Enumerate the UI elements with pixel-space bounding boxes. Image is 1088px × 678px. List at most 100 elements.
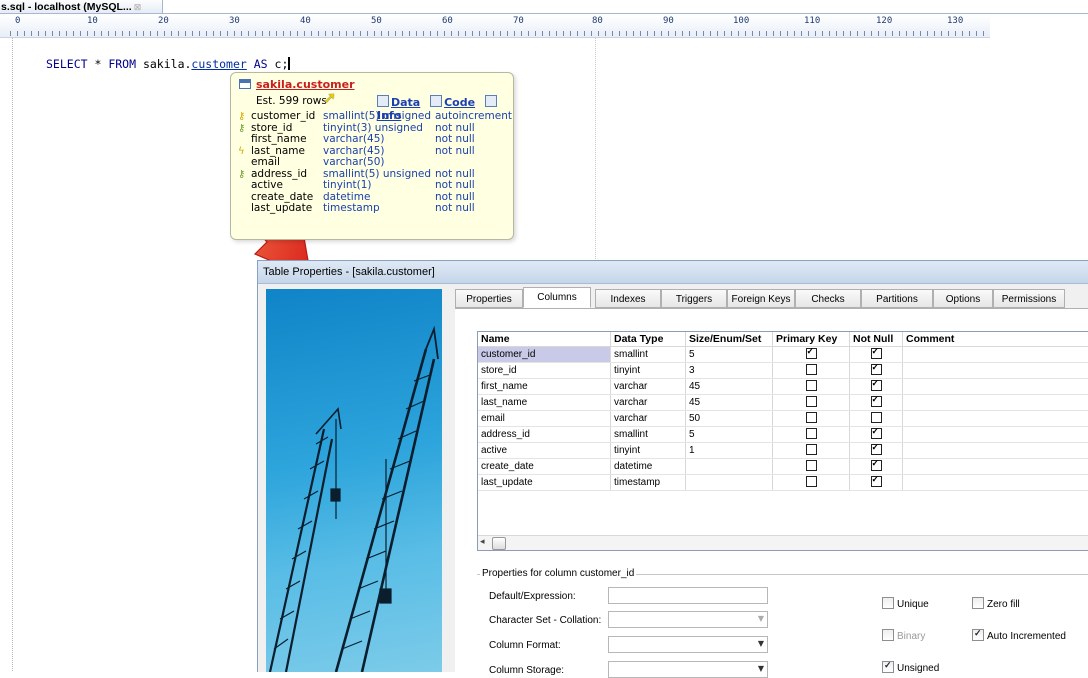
tab-checks[interactable]: Checks xyxy=(795,289,861,308)
auto-incremented-checkbox[interactable]: Auto Incremented xyxy=(972,629,1066,642)
cell-comment[interactable] xyxy=(903,379,1088,395)
cell-comment[interactable] xyxy=(903,347,1088,363)
cell-size[interactable] xyxy=(686,475,773,491)
cell-size[interactable]: 5 xyxy=(686,427,773,443)
cell-primary-key[interactable] xyxy=(773,347,850,363)
cell-name[interactable]: address_id xyxy=(478,427,611,443)
primary-key-checkbox[interactable] xyxy=(806,396,817,407)
table-row[interactable]: last_updatetimestamp xyxy=(478,475,1088,491)
primary-key-checkbox[interactable] xyxy=(806,380,817,391)
cell-size[interactable]: 45 xyxy=(686,395,773,411)
tab-options[interactable]: Options xyxy=(933,289,993,308)
cell-data-type[interactable]: datetime xyxy=(611,459,686,475)
cell-data-type[interactable]: tinyint xyxy=(611,443,686,459)
cell-not-null[interactable] xyxy=(850,363,903,379)
cell-data-type[interactable]: tinyint xyxy=(611,363,686,379)
primary-key-checkbox[interactable] xyxy=(806,476,817,487)
cell-comment[interactable] xyxy=(903,427,1088,443)
tab-properties[interactable]: Properties xyxy=(455,289,523,308)
checkbox-box[interactable] xyxy=(882,629,894,641)
not-null-checkbox[interactable] xyxy=(871,348,882,359)
checkbox-box[interactable] xyxy=(882,597,894,609)
cell-not-null[interactable] xyxy=(850,379,903,395)
table-row[interactable]: store_idtinyint3 xyxy=(478,363,1088,379)
close-icon[interactable]: ⊠ xyxy=(134,2,142,12)
cell-size[interactable]: 5 xyxy=(686,347,773,363)
not-null-checkbox[interactable] xyxy=(871,396,882,407)
not-null-checkbox[interactable] xyxy=(871,476,882,487)
column-format-select[interactable]: ▼ xyxy=(608,636,768,653)
cell-comment[interactable] xyxy=(903,443,1088,459)
scroll-thumb[interactable] xyxy=(492,537,506,550)
not-null-checkbox[interactable] xyxy=(871,444,882,455)
cell-name[interactable]: last_update xyxy=(478,475,611,491)
not-null-checkbox[interactable] xyxy=(871,460,882,471)
cell-data-type[interactable]: smallint xyxy=(611,347,686,363)
cell-primary-key[interactable] xyxy=(773,363,850,379)
cell-not-null[interactable] xyxy=(850,443,903,459)
primary-key-checkbox[interactable] xyxy=(806,460,817,471)
tab-indexes[interactable]: Indexes xyxy=(595,289,661,308)
default-expression-input[interactable] xyxy=(608,587,768,604)
column-storage-select[interactable]: ▼ xyxy=(608,661,768,678)
cell-size[interactable]: 50 xyxy=(686,411,773,427)
not-null-checkbox[interactable] xyxy=(871,428,882,439)
tab-columns[interactable]: Columns xyxy=(523,287,591,308)
data-link[interactable]: Data xyxy=(391,96,420,109)
tooltip-table-name[interactable]: sakila.customer xyxy=(256,78,355,91)
table-row[interactable]: create_datedatetime xyxy=(478,459,1088,475)
cell-comment[interactable] xyxy=(903,411,1088,427)
primary-key-checkbox[interactable] xyxy=(806,444,817,455)
cell-data-type[interactable]: varchar xyxy=(611,411,686,427)
col-header-name[interactable]: Name xyxy=(478,332,611,347)
table-row[interactable]: customer_idsmallint5 xyxy=(478,347,1088,363)
col-header-not-null[interactable]: Not Null xyxy=(850,332,903,347)
cell-name[interactable]: store_id xyxy=(478,363,611,379)
cell-name[interactable]: last_name xyxy=(478,395,611,411)
horizontal-scrollbar[interactable]: ◂ xyxy=(478,535,1088,550)
cell-not-null[interactable] xyxy=(850,347,903,363)
cell-primary-key[interactable] xyxy=(773,379,850,395)
cell-comment[interactable] xyxy=(903,395,1088,411)
cell-primary-key[interactable] xyxy=(773,427,850,443)
col-header-comment[interactable]: Comment xyxy=(903,332,1088,347)
cell-size[interactable]: 45 xyxy=(686,379,773,395)
sql-table-link[interactable]: customer xyxy=(191,57,246,71)
cell-size[interactable]: 3 xyxy=(686,363,773,379)
not-null-checkbox[interactable] xyxy=(871,412,882,423)
cell-name[interactable]: email xyxy=(478,411,611,427)
cell-comment[interactable] xyxy=(903,363,1088,379)
checkbox-box[interactable] xyxy=(972,597,984,609)
zero-fill-checkbox[interactable]: Zero fill xyxy=(972,597,1020,610)
cell-comment[interactable] xyxy=(903,475,1088,491)
cell-data-type[interactable]: timestamp xyxy=(611,475,686,491)
cell-not-null[interactable] xyxy=(850,395,903,411)
charset-collation-select[interactable]: ▼ xyxy=(608,611,768,628)
primary-key-checkbox[interactable] xyxy=(806,348,817,359)
cell-data-type[interactable]: smallint xyxy=(611,427,686,443)
cell-primary-key[interactable] xyxy=(773,459,850,475)
tab-permissions[interactable]: Permissions xyxy=(993,289,1065,308)
cell-not-null[interactable] xyxy=(850,459,903,475)
cell-primary-key[interactable] xyxy=(773,395,850,411)
cell-not-null[interactable] xyxy=(850,427,903,443)
checkbox-box[interactable] xyxy=(882,661,894,673)
col-header-primary-key[interactable]: Primary Key xyxy=(773,332,850,347)
cell-data-type[interactable]: varchar xyxy=(611,379,686,395)
cell-primary-key[interactable] xyxy=(773,475,850,491)
tab-triggers[interactable]: Triggers xyxy=(661,289,727,308)
table-row[interactable]: last_namevarchar45 xyxy=(478,395,1088,411)
primary-key-checkbox[interactable] xyxy=(806,364,817,375)
cell-size[interactable] xyxy=(686,459,773,475)
cell-size[interactable]: 1 xyxy=(686,443,773,459)
tab-foreign-keys[interactable]: Foreign Keys xyxy=(727,289,795,308)
not-null-checkbox[interactable] xyxy=(871,380,882,391)
cell-not-null[interactable] xyxy=(850,411,903,427)
primary-key-checkbox[interactable] xyxy=(806,412,817,423)
sql-editor-line[interactable]: SELECT * FROM sakila.customer AS c; xyxy=(46,57,290,71)
table-row[interactable]: activetinyint1 xyxy=(478,443,1088,459)
primary-key-checkbox[interactable] xyxy=(806,428,817,439)
table-row[interactable]: emailvarchar50 xyxy=(478,411,1088,427)
cell-name[interactable]: first_name xyxy=(478,379,611,395)
cell-name[interactable]: active xyxy=(478,443,611,459)
